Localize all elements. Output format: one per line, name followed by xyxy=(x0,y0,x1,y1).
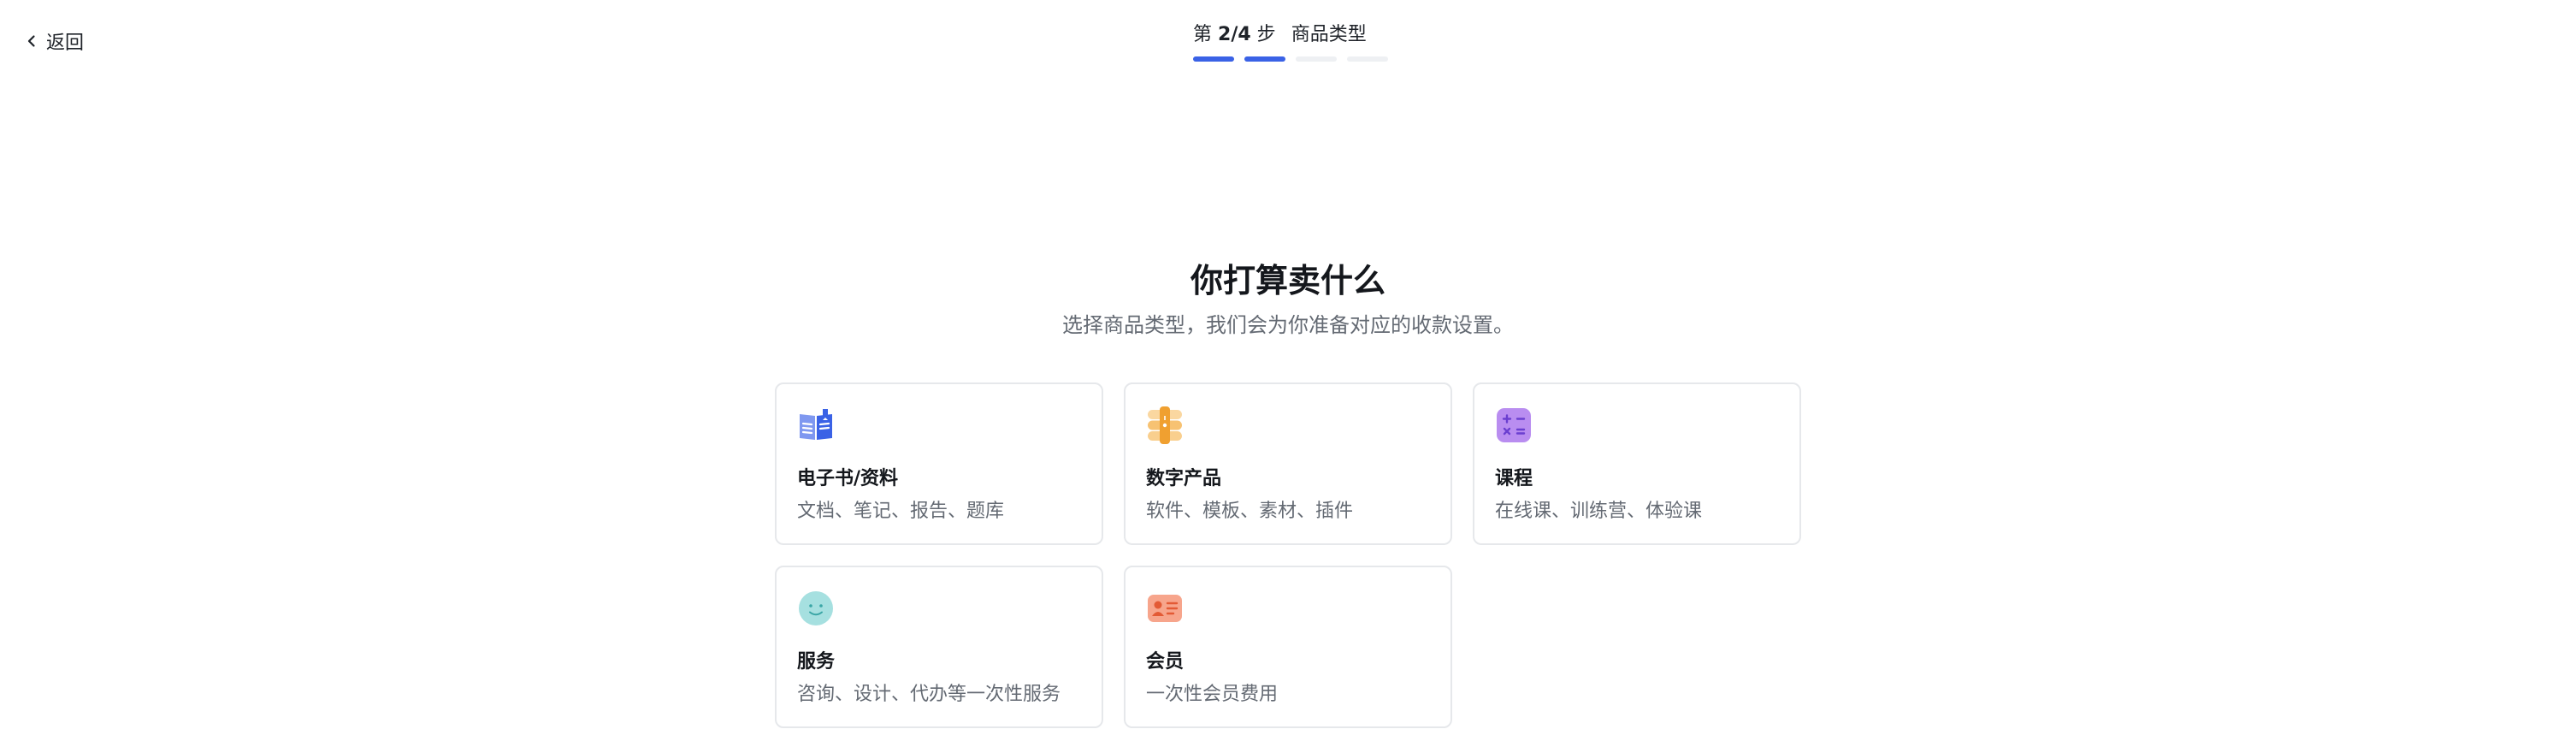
step-name: 商品类型 xyxy=(1291,24,1367,45)
ebook-icon xyxy=(800,409,832,440)
option-card-ebook[interactable]: 电子书/资料 文档、笔记、报告、题库 xyxy=(775,382,1103,545)
progress-segment-2 xyxy=(1244,56,1285,62)
option-title: 数字产品 xyxy=(1146,468,1222,489)
service-icon xyxy=(799,591,833,625)
option-description: 咨询、设计、代办等一次性服务 xyxy=(797,684,1061,705)
progress-segment-3 xyxy=(1296,56,1337,62)
back-button[interactable]: 返回 xyxy=(24,26,84,56)
step-suffix: 步 xyxy=(1256,24,1276,45)
chevron-left-icon xyxy=(27,35,35,47)
progress-segment-4 xyxy=(1347,56,1388,62)
option-title: 会员 xyxy=(1146,651,1185,673)
option-card-course[interactable]: 课程 在线课、训练营、体验课 xyxy=(1473,382,1801,545)
step-progress-bar xyxy=(1193,56,1388,62)
membership-icon xyxy=(1148,595,1182,622)
option-description: 软件、模板、素材、插件 xyxy=(1146,501,1354,522)
back-label: 返回 xyxy=(46,33,85,54)
option-card-digital-product[interactable]: 数字产品 软件、模板、素材、插件 xyxy=(1124,382,1452,545)
step-label: 第 2/4 步 商品类型 xyxy=(1193,19,1390,46)
option-description: 文档、笔记、报告、题库 xyxy=(797,501,1005,522)
digital-product-icon xyxy=(1148,406,1182,444)
page-heading: 你打算卖什么 选择商品类型，我们会为你准备对应的收款设置。 xyxy=(0,257,2576,341)
page-subtitle: 选择商品类型，我们会为你准备对应的收款设置。 xyxy=(1062,313,1514,337)
option-card-membership[interactable]: 会员 一次性会员费用 xyxy=(1124,566,1452,728)
step-count: 第 2/4 步 xyxy=(1193,19,1276,46)
option-description: 一次性会员费用 xyxy=(1146,684,1279,705)
progress-segment-1 xyxy=(1193,56,1234,62)
step-prefix: 第 xyxy=(1193,24,1213,45)
option-description: 在线课、训练营、体验课 xyxy=(1495,501,1703,522)
option-title: 课程 xyxy=(1495,468,1533,489)
step-indicator: 第 2/4 步 商品类型 xyxy=(1193,19,1390,62)
option-title: 电子书/资料 xyxy=(797,468,899,489)
option-card-service[interactable]: 服务 咨询、设计、代办等一次性服务 xyxy=(775,566,1103,728)
page-title: 你打算卖什么 xyxy=(1190,262,1385,299)
product-type-options: 电子书/资料 文档、笔记、报告、题库 数字产品 软件、模板、素材、插件 课程 在… xyxy=(775,382,1803,728)
option-title: 服务 xyxy=(797,651,836,673)
course-icon xyxy=(1497,408,1531,442)
step-number: 2/4 xyxy=(1218,24,1251,45)
